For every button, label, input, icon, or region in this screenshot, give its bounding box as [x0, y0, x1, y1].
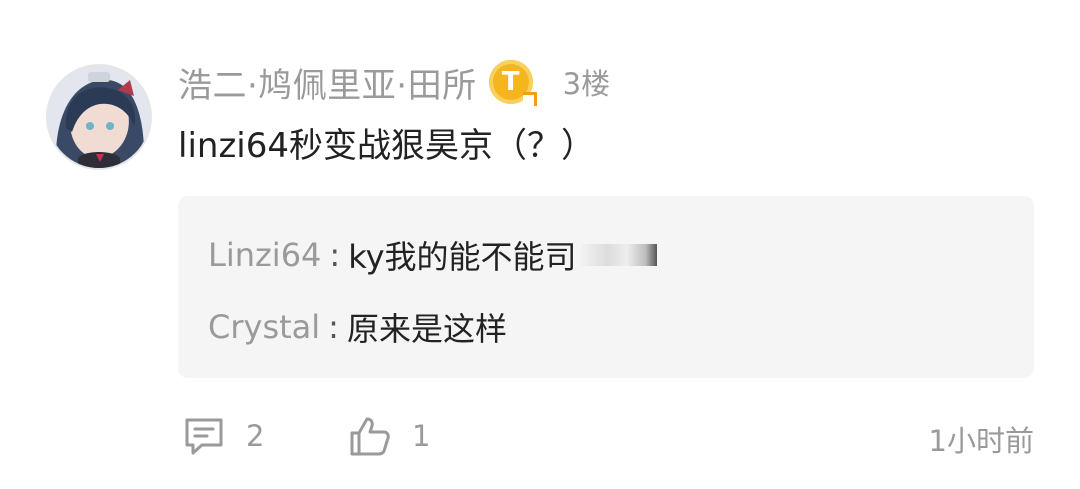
reply-item[interactable]: Linzi64 : ky我的能不能司: [208, 232, 657, 278]
like-count: 1: [412, 419, 431, 453]
user-row: 浩二·鸠佩里亚·田所 T 3楼: [178, 54, 610, 110]
floor-number: 3楼: [562, 67, 611, 101]
reply-text: ky我的能不能司: [348, 238, 577, 276]
badge-arrow-icon: [522, 92, 537, 106]
level-badge-icon: T: [488, 60, 537, 106]
reply-text: 原来是这样: [346, 310, 507, 348]
badge-letter: T: [501, 67, 520, 97]
reply-separator: :: [329, 236, 341, 274]
action-bar: 2 1 1小时前: [178, 412, 1034, 460]
reply-count: 2: [246, 419, 265, 453]
avatar[interactable]: [46, 64, 152, 170]
comment-icon: [185, 418, 223, 455]
comment-card: 浩二·鸠佩里亚·田所 T 3楼 linzi64秒变战狠昊京（？） Linzi64…: [0, 0, 1080, 489]
redacted-text: [580, 244, 657, 266]
username[interactable]: 浩二·鸠佩里亚·田所: [178, 58, 477, 107]
comment-text: linzi64秒变战狠昊京（？）: [178, 126, 595, 166]
replies-box[interactable]: Linzi64 : ky我的能不能司 Crystal : 原来是这样: [178, 196, 1034, 378]
reply-user[interactable]: Crystal: [208, 308, 320, 346]
timestamp: 1小时前: [928, 424, 1034, 458]
reply-button[interactable]: 2: [182, 412, 264, 460]
reply-user[interactable]: Linzi64: [208, 236, 321, 274]
reply-item[interactable]: Crystal : 原来是这样: [208, 304, 507, 350]
thumbs-up-icon: [350, 417, 390, 456]
avatar-image: [48, 66, 150, 168]
reply-separator: :: [328, 308, 339, 346]
like-button[interactable]: 1: [348, 412, 430, 460]
